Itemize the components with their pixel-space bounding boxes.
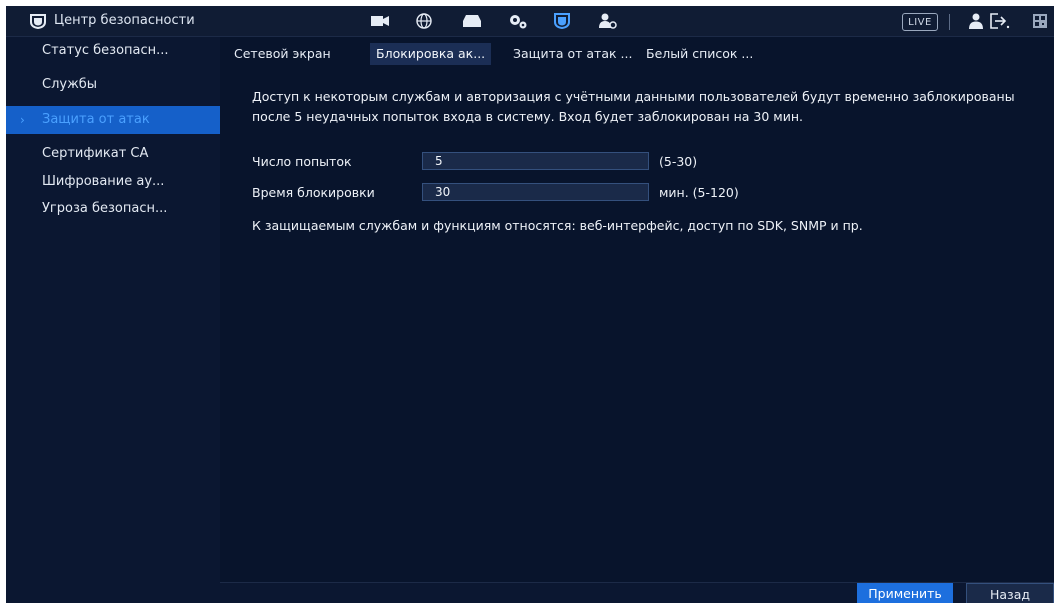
sidebar-item-label: Защита от атак xyxy=(42,112,150,127)
settings-icon[interactable] xyxy=(508,13,528,29)
attempts-range-hint: (5-30) xyxy=(659,154,698,169)
tab-whitelist[interactable]: Белый список ... xyxy=(640,43,759,65)
sidebar-item-label: Статус безопасн... xyxy=(42,43,169,58)
lock-time-label: Время блокировки xyxy=(252,185,375,200)
lock-time-input[interactable] xyxy=(422,183,649,201)
back-button[interactable]: Назад xyxy=(966,583,1054,603)
sidebar-item-label: Шифрование ау... xyxy=(42,174,165,189)
sidebar-item-label: Службы xyxy=(42,77,98,92)
chevron-right-icon: › xyxy=(20,113,25,127)
protected-services-note: К защищаемым службам и функциям относятс… xyxy=(252,218,863,233)
tab-account-lockout[interactable]: Блокировка ак... xyxy=(370,43,492,65)
attempts-label: Число попыток xyxy=(252,154,352,169)
live-button[interactable]: LIVE xyxy=(902,13,938,31)
globe-icon[interactable] xyxy=(414,13,434,29)
sidebar-item-ca-certificate[interactable]: Сертификат CA xyxy=(6,140,220,168)
sidebar-item-label: Сертификат CA xyxy=(42,146,149,161)
logout-icon[interactable] xyxy=(990,13,1010,29)
sidebar-item-security-threat[interactable]: Угроза безопасн... xyxy=(6,195,220,223)
user-icon[interactable] xyxy=(966,13,986,29)
sidebar-item-audio-encryption[interactable]: Шифрование ау... xyxy=(6,168,220,196)
toolbar-divider xyxy=(949,14,950,30)
bottom-action-bar: Применить Назад xyxy=(220,582,1054,603)
shield-icon xyxy=(30,14,46,29)
sidebar-item-security-status[interactable]: Статус безопасн... xyxy=(6,37,220,65)
sidebar-item-label: Угроза безопасн... xyxy=(42,201,168,216)
attempts-input[interactable] xyxy=(422,152,649,170)
storage-icon[interactable] xyxy=(462,13,482,29)
apply-button[interactable]: Применить xyxy=(857,583,953,603)
sidebar-item-services[interactable]: Службы xyxy=(6,71,220,99)
lock-time-range-hint: мин. (5-120) xyxy=(659,185,739,200)
account-icon[interactable] xyxy=(598,13,618,29)
qr-icon[interactable] xyxy=(1032,13,1048,29)
security-icon[interactable] xyxy=(552,13,572,29)
lockout-description: Доступ к некоторым службам и авторизация… xyxy=(252,89,1015,124)
sidebar-item-attack-protection[interactable]: › Защита от атак xyxy=(6,106,220,134)
tab-firewall[interactable]: Сетевой экран xyxy=(228,43,337,65)
tab-attack-protection[interactable]: Защита от атак ... xyxy=(507,43,638,65)
app-title: Центр безопасности xyxy=(54,13,195,28)
app-window: Центр безопасности LIVE Статус безопасн.… xyxy=(6,6,1054,603)
tab-bar: Сетевой экран Блокировка ак... Защита от… xyxy=(220,37,1054,67)
sidebar: Статус безопасн... Службы › Защита от ат… xyxy=(6,37,220,603)
main-content: Сетевой экран Блокировка ак... Защита от… xyxy=(220,37,1054,603)
camera-icon[interactable] xyxy=(370,13,390,29)
top-bar: Центр безопасности LIVE xyxy=(6,6,1054,37)
